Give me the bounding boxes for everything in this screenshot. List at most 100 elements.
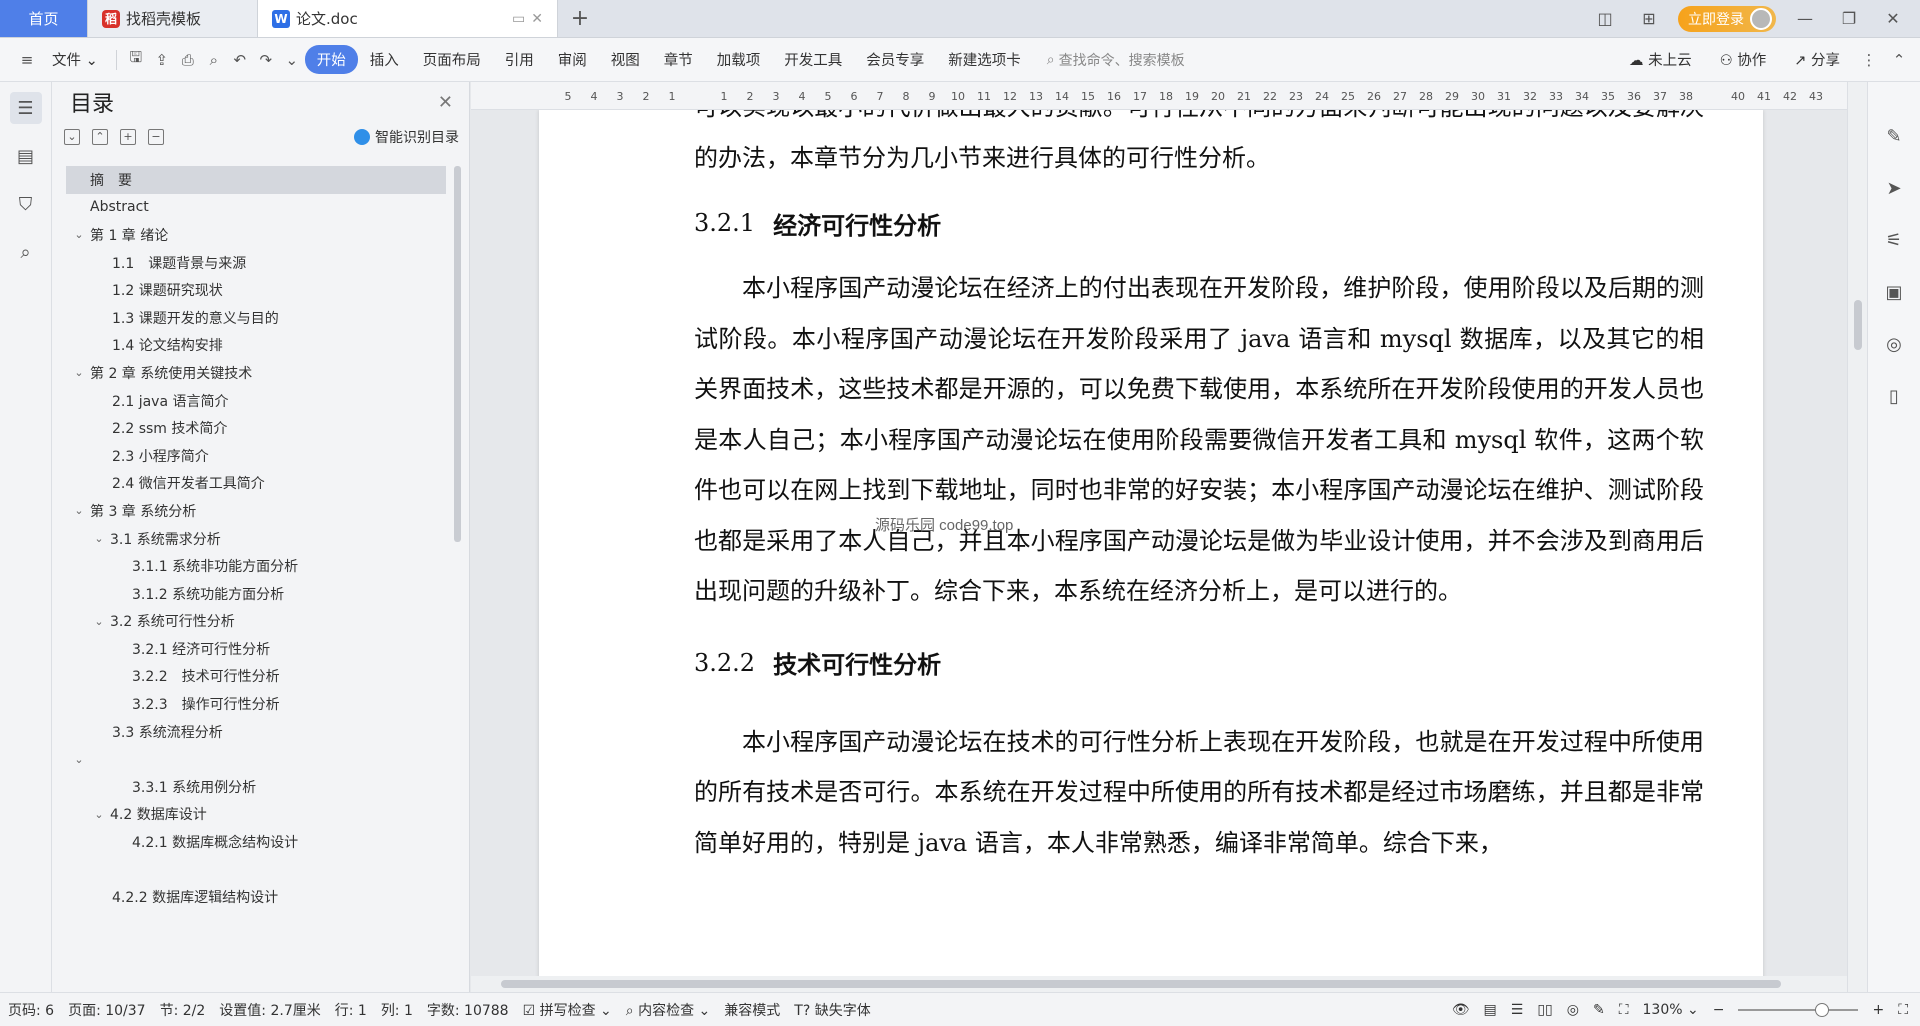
tab-document[interactable]: W 论文.doc ▭ ✕ bbox=[258, 0, 558, 37]
toc-item[interactable]: ⌄ 第 2 章 系统使用关键技术 bbox=[66, 359, 446, 387]
reading-view-icon[interactable]: ▯▯ bbox=[1537, 1002, 1552, 1018]
add-heading-icon[interactable]: + bbox=[120, 129, 136, 145]
outline-view-icon[interactable]: ☰ bbox=[1511, 1002, 1524, 1018]
adjust-icon[interactable]: ⚟ bbox=[1880, 226, 1908, 254]
ribbon-tab-home[interactable]: 开始 bbox=[304, 45, 358, 74]
vertical-scroll-thumb[interactable] bbox=[1854, 300, 1862, 350]
toc-item[interactable]: 3.1.1 系统非功能方面分析 bbox=[66, 552, 446, 580]
pen-icon[interactable]: ✎ bbox=[1880, 122, 1908, 150]
tab-home[interactable]: 首页 bbox=[0, 0, 88, 37]
toc-item[interactable]: 1.3 课题开发的意义与目的 bbox=[66, 304, 446, 332]
expand-icon[interactable]: ⌄ bbox=[64, 129, 80, 145]
remove-heading-icon[interactable]: − bbox=[148, 129, 164, 145]
ribbon-tab-insert[interactable]: 插入 bbox=[358, 49, 411, 70]
toc-item[interactable]: Abstract bbox=[66, 194, 446, 222]
toc-item[interactable]: 2.3 小程序简介 bbox=[66, 442, 446, 470]
collab-button[interactable]: ⚇ 协作 bbox=[1708, 49, 1779, 70]
ribbon-tab-review[interactable]: 审阅 bbox=[546, 49, 599, 70]
ribbon-tab-addins[interactable]: 加载项 bbox=[705, 49, 773, 70]
toc-item[interactable]: 3.3.1 系统用例分析 bbox=[66, 773, 446, 801]
zoom-out-icon[interactable]: − bbox=[1713, 1002, 1725, 1018]
toc-item[interactable]: 摘 要 bbox=[66, 166, 446, 194]
toc-item[interactable]: ⌄ 4.2 数据库设计 bbox=[66, 801, 446, 829]
menu-icon[interactable]: ≡ bbox=[14, 51, 40, 69]
horizontal-scrollbar[interactable] bbox=[471, 976, 1847, 992]
undo-icon[interactable]: ↶ bbox=[227, 51, 253, 69]
status-words[interactable]: 字数: 10788 bbox=[427, 1000, 523, 1020]
toc-scrollbar[interactable] bbox=[454, 166, 461, 542]
ribbon-tab-layout[interactable]: 页面布局 bbox=[411, 49, 493, 70]
share-button[interactable]: ↗ 分享 bbox=[1782, 49, 1852, 70]
chevron-down-icon[interactable]: ⌄ bbox=[92, 808, 106, 821]
toc-item[interactable]: 1.1 课题背景与来源 bbox=[66, 249, 446, 277]
toc-item[interactable]: ⌄ 3.2 系统可行性分析 bbox=[66, 608, 446, 636]
toc-item[interactable] bbox=[66, 856, 446, 884]
zoom-level[interactable]: 130% ⌄ bbox=[1643, 1002, 1699, 1018]
toc-item[interactable]: 1.2 课题研究现状 bbox=[66, 276, 446, 304]
toc-item[interactable]: 3.2.3 操作可行性分析 bbox=[66, 690, 446, 718]
write-mode-icon[interactable]: ✎ bbox=[1593, 1002, 1605, 1018]
zoom-in-icon[interactable]: + bbox=[1872, 1002, 1884, 1018]
chevron-down-icon[interactable]: ⌄ bbox=[72, 228, 86, 241]
apps-grid-icon[interactable]: ⊞ bbox=[1634, 9, 1664, 28]
export-icon[interactable]: ⇪ bbox=[149, 51, 175, 69]
tab-close-icon[interactable]: ✕ bbox=[531, 11, 543, 27]
horizontal-scroll-thumb[interactable] bbox=[501, 980, 1781, 988]
cloud-button[interactable]: ☁ 未上云 bbox=[1617, 49, 1704, 70]
ribbon-tab-references[interactable]: 引用 bbox=[493, 49, 546, 70]
image-tool-icon[interactable]: ▣ bbox=[1880, 278, 1908, 306]
more-chevron-icon[interactable]: ⌄ bbox=[279, 51, 305, 69]
minimize-icon[interactable]: — bbox=[1790, 9, 1820, 28]
collapse-ribbon-icon[interactable]: ⌃ bbox=[1886, 51, 1912, 69]
redo-icon[interactable]: ↷ bbox=[253, 51, 279, 69]
horizontal-ruler[interactable]: 5 4 3 2 1 1 2 3 4 5 6 7 8 9 10 11 12 13 14 15 16 17 18 19 20 21 22… bbox=[471, 82, 1847, 110]
chevron-down-icon[interactable]: ⌄ bbox=[92, 532, 106, 545]
web-view-icon[interactable]: ◎ bbox=[1567, 1002, 1579, 1018]
file-menu[interactable]: 文件 ⌄ bbox=[40, 49, 110, 70]
toc-item[interactable]: 2.2 ssm 技术简介 bbox=[66, 414, 446, 442]
ribbon-tab-member[interactable]: 会员专享 bbox=[854, 49, 936, 70]
bookmark-icon[interactable]: ⛉ bbox=[10, 188, 42, 220]
toc-item[interactable]: 2.4 微信开发者工具简介 bbox=[66, 470, 446, 498]
print-preview-icon[interactable]: ⌕ bbox=[201, 51, 227, 69]
vertical-scrollbar[interactable] bbox=[1847, 82, 1867, 992]
tab-screen-icon[interactable]: ▭ bbox=[512, 11, 525, 27]
toc-item[interactable]: 3.1.2 系统功能方面分析 bbox=[66, 580, 446, 608]
ribbon-tab-chapter[interactable]: 章节 bbox=[652, 49, 705, 70]
reader-icon[interactable]: ▯ bbox=[1880, 382, 1908, 410]
zoom-slider-knob[interactable] bbox=[1815, 1002, 1830, 1017]
more-options-icon[interactable]: ⋮ bbox=[1856, 51, 1882, 69]
fit-page-icon[interactable]: ⛶ bbox=[1619, 1002, 1629, 1018]
toc-item[interactable]: ⌄ bbox=[66, 745, 446, 773]
collapse-icon[interactable]: ⌃ bbox=[92, 129, 108, 145]
chevron-down-icon[interactable]: ⌄ bbox=[72, 504, 86, 517]
fullscreen-icon[interactable]: ⛶ bbox=[1898, 1002, 1908, 1018]
chevron-down-icon[interactable]: ⌄ bbox=[72, 753, 86, 766]
ribbon-tab-developer[interactable]: 开发工具 bbox=[772, 49, 854, 70]
document-page[interactable]: 可以实现以最小的代价做出最大的贡献。可行性从不同的方面来判断可能出现的问题以及要… bbox=[539, 110, 1763, 976]
toc-icon[interactable]: ☰ bbox=[9, 92, 42, 124]
toc-item[interactable]: 3.2.2 技术可行性分析 bbox=[66, 663, 446, 691]
toc-item[interactable]: 4.2.2 数据库逻辑结构设计 bbox=[66, 883, 446, 911]
eye-protection-icon[interactable]: 👁 bbox=[1452, 1002, 1470, 1018]
cursor-icon[interactable]: ➤ bbox=[1880, 174, 1908, 202]
toc-item[interactable]: ⌄ 第 3 章 系统分析 bbox=[66, 497, 446, 525]
toc-item[interactable]: 2.1 java 语言简介 bbox=[66, 387, 446, 415]
chevron-down-icon[interactable]: ⌄ bbox=[92, 615, 106, 628]
command-search[interactable]: ⌕ 查找命令、搜索模板 bbox=[1033, 50, 1185, 70]
toc-close-icon[interactable]: ✕ bbox=[438, 92, 453, 113]
toc-item[interactable]: ⌄ 第 1 章 绪论 bbox=[66, 221, 446, 249]
toc-item[interactable]: 1.4 论文结构安排 bbox=[66, 332, 446, 360]
tab-daoke-templates[interactable]: 稻 找稻壳模板 bbox=[88, 0, 258, 37]
missing-font-button[interactable]: T? 缺失字体 bbox=[794, 1000, 884, 1020]
chevron-down-icon[interactable]: ⌄ bbox=[72, 366, 86, 379]
toc-item[interactable]: ⌄ 3.1 系统需求分析 bbox=[66, 525, 446, 553]
toc-item[interactable]: 4.2.1 数据库概念结构设计 bbox=[66, 828, 446, 856]
ribbon-tab-new[interactable]: 新建选项卡 bbox=[936, 49, 1033, 70]
save-icon[interactable]: 🖫 bbox=[123, 47, 149, 72]
ribbon-tab-view[interactable]: 视图 bbox=[599, 49, 652, 70]
smart-toc-button[interactable]: 智能识别目录 bbox=[354, 127, 469, 147]
close-window-icon[interactable]: ✕ bbox=[1878, 9, 1908, 28]
restore-icon[interactable]: ❐ bbox=[1834, 9, 1864, 28]
toc-item[interactable]: 3.3 系统流程分析 bbox=[66, 718, 446, 746]
